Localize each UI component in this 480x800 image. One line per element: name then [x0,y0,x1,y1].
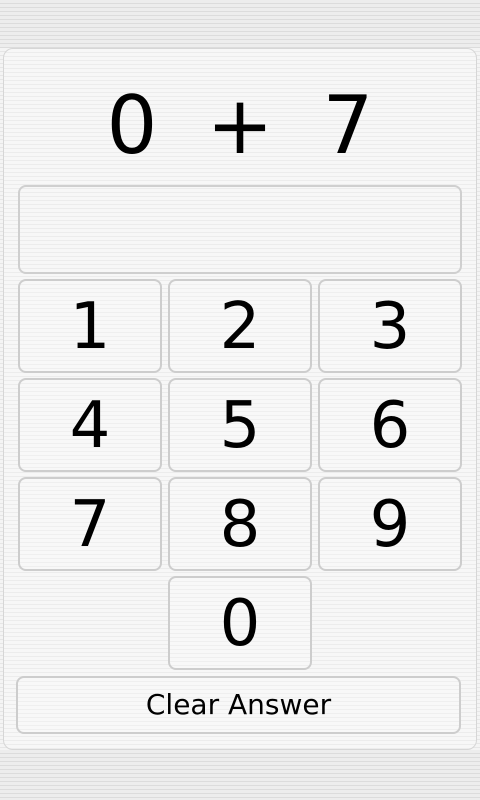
operand-a: 0 [106,79,158,172]
bottom-background-strip [0,750,480,800]
operator-sign: + [206,79,274,172]
top-background-strip [0,0,480,48]
key-6[interactable]: 6 [318,378,462,472]
key-3[interactable]: 3 [318,279,462,373]
key-9[interactable]: 9 [318,477,462,571]
math-problem: 0 + 7 [0,78,480,174]
key-0[interactable]: 0 [168,576,312,670]
answer-field[interactable] [18,185,462,274]
operand-b: 7 [322,79,374,172]
key-5[interactable]: 5 [168,378,312,472]
key-1[interactable]: 1 [18,279,162,373]
key-4[interactable]: 4 [18,378,162,472]
clear-answer-button[interactable]: Clear Answer [16,676,461,734]
key-2[interactable]: 2 [168,279,312,373]
key-7[interactable]: 7 [18,477,162,571]
key-8[interactable]: 8 [168,477,312,571]
